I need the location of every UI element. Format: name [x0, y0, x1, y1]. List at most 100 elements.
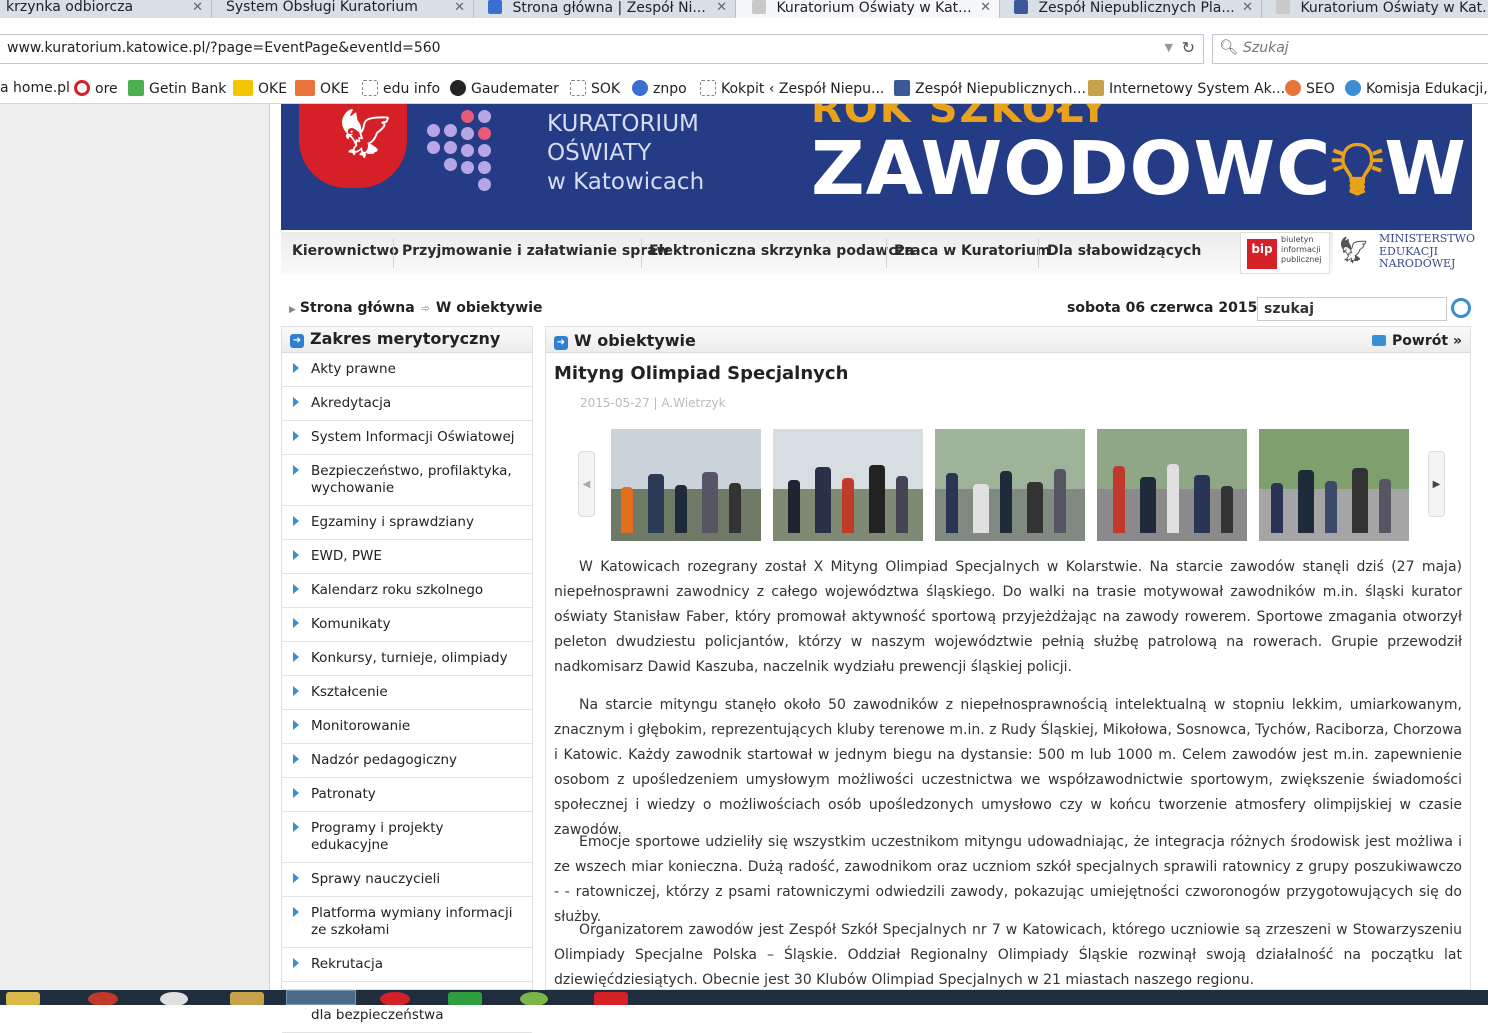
close-icon[interactable]: ✕: [192, 0, 203, 15]
url-text[interactable]: www.kuratorium.katowice.pl/?page=EventPa…: [7, 40, 441, 56]
ie-favicon-icon: [488, 0, 502, 14]
bookmark-label: Kokpit ‹ Zespół Niepu...: [721, 81, 885, 97]
site-banner[interactable]: 🦅︎ KURATORIUM OŚWIATY w Katowicach ROK S…: [281, 104, 1472, 230]
bookmark-getin-bank[interactable]: Getin Bank: [128, 80, 226, 97]
navigation-bar: www.kuratorium.katowice.pl/?page=EventPa…: [0, 30, 1488, 68]
sidebar-item[interactable]: Akredytacja: [282, 387, 532, 421]
bookmark-gaudemater[interactable]: Gaudemater: [450, 80, 559, 97]
photo-person: [1054, 469, 1066, 533]
gallery-photo[interactable]: [773, 429, 923, 541]
app-icon[interactable]: [160, 992, 188, 1005]
firefox-taskbar-button[interactable]: [286, 990, 356, 1005]
url-bar[interactable]: www.kuratorium.katowice.pl/?page=EventPa…: [0, 34, 1204, 64]
coat-of-arms-icon: 🦅︎: [299, 104, 407, 188]
facebook-icon: [894, 80, 910, 96]
gallery-next-button[interactable]: ▶: [1428, 451, 1445, 517]
site-search-input[interactable]: [1257, 297, 1447, 321]
bullet-icon: ▶: [289, 305, 296, 315]
browser-icon[interactable]: [88, 992, 118, 1005]
menu-skrzynka-podawcza[interactable]: Elektroniczna skrzynka podawcza: [649, 243, 914, 259]
bookmark-znpo[interactable]: znpo: [632, 80, 687, 97]
close-icon[interactable]: ✕: [716, 0, 727, 15]
bookmark-oke-2[interactable]: OKE: [295, 80, 349, 97]
gallery-photo[interactable]: [1259, 429, 1409, 541]
sidebar-item[interactable]: EWD, PWE: [282, 540, 532, 574]
url-dropdown-icon[interactable]: ▼: [1165, 41, 1173, 54]
site-logo-title: KURATORIUM OŚWIATY w Katowicach: [547, 110, 704, 197]
bookmark-ore[interactable]: ore: [74, 80, 118, 97]
browser-tab[interactable]: Strona główna | Zespół Ni... ✕: [474, 0, 736, 18]
bip-link[interactable]: bip biuletyn informacji publicznej: [1240, 232, 1330, 274]
gallery-photo[interactable]: [1097, 429, 1247, 541]
sidebar-item[interactable]: Konkursy, turnieje, olimpiady: [282, 642, 532, 676]
browser-search-input[interactable]: [1241, 39, 1481, 57]
sidebar-item[interactable]: Akty prawne: [282, 353, 532, 387]
menu-slabowidzacy[interactable]: Dla słabowidzących: [1047, 243, 1201, 259]
bookmark-zespol-facebook[interactable]: Zespół Niepublicznych...: [894, 80, 1086, 97]
sidebar-item[interactable]: Egzaminy i sprawdziany: [282, 506, 532, 540]
menu-praca[interactable]: Praca w Kuratorium: [894, 243, 1051, 259]
sidebar-item[interactable]: Kalendarz roku szkolnego: [282, 574, 532, 608]
sidebar-item[interactable]: Kształcenie: [282, 676, 532, 710]
ministry-link[interactable]: 🦅︎ MINISTERSTWO EDUKACJI NARODOWEJ: [1333, 232, 1475, 274]
article-paragraph: Organizatorem zawodów jest Zespół Szkół …: [554, 922, 1462, 988]
sidebar-item[interactable]: Platforma wymiany informacji ze szkołami: [282, 897, 532, 948]
browser-tab[interactable]: Kuratorium Oświaty w Kat...: [1262, 0, 1488, 18]
menu-przyjmowanie-spraw[interactable]: Przyjmowanie i załatwianie spraw: [402, 243, 670, 259]
bookmark-internetowy-system[interactable]: Internetowy System Ak...: [1088, 80, 1285, 97]
gallery-photo[interactable]: [611, 429, 761, 541]
bookmark-komisja-edukacji[interactable]: Komisja Edukacji,: [1345, 80, 1488, 97]
page-icon: [362, 80, 378, 96]
photo-person: [1379, 479, 1391, 533]
breadcrumb-home[interactable]: Strona główna: [300, 300, 415, 316]
bookmark-home-pl[interactable]: a home.pl: [0, 80, 70, 96]
bookmark-kokpit[interactable]: Kokpit ‹ Zespół Niepu...: [700, 80, 884, 97]
sidebar-item-label: System Informacji Oświatowej: [311, 429, 515, 445]
chat-icon[interactable]: [448, 992, 482, 1005]
bookmark-oke[interactable]: OKE: [233, 80, 287, 97]
sidebar-item[interactable]: System Informacji Oświatowej: [282, 421, 532, 455]
back-button[interactable]: Powrót »: [1372, 333, 1462, 349]
close-icon[interactable]: ✕: [980, 0, 991, 15]
sidebar-item[interactable]: Komunikaty: [282, 608, 532, 642]
sidebar-item[interactable]: Programy i projekty edukacyjne: [282, 812, 532, 863]
campaign-word: ZAWODOWC: [811, 126, 1332, 212]
gallery-photo[interactable]: [935, 429, 1085, 541]
close-icon[interactable]: ✕: [1242, 0, 1253, 15]
browser-tab-active[interactable]: Kuratorium Oświaty w Kat... ✕: [736, 0, 1000, 18]
gallery-prev-button[interactable]: ◀: [578, 451, 595, 517]
reload-icon[interactable]: ↻: [1182, 38, 1195, 57]
sidebar-item[interactable]: Nadzór pedagogiczny: [282, 744, 532, 778]
triangle-bullet-icon: [293, 363, 299, 373]
browser-search-box[interactable]: 🔍︎: [1212, 34, 1488, 64]
website: 🦅︎ KURATORIUM OŚWIATY w Katowicach ROK S…: [281, 104, 1475, 1033]
section-label: W obiektywie: [574, 331, 696, 350]
search-icon[interactable]: [1451, 298, 1471, 318]
photo-person: [675, 485, 687, 533]
logo-dot: [478, 161, 491, 174]
menu-kierownictwo[interactable]: Kierownictwo: [292, 243, 399, 259]
bookmark-sok[interactable]: SOK: [570, 80, 620, 97]
browser-tab[interactable]: krzynka odbiorcza ✕: [0, 0, 212, 18]
sidebar-item[interactable]: Patronaty: [282, 778, 532, 812]
page-margin: [0, 104, 270, 990]
pdf-icon[interactable]: [594, 992, 628, 1005]
explorer-icon[interactable]: [6, 992, 40, 1005]
browser-tab[interactable]: System Obsługi Kuratorium ✕: [212, 0, 474, 18]
sidebar-item[interactable]: Monitorowanie: [282, 710, 532, 744]
folder-icon[interactable]: [230, 992, 264, 1005]
browser-tab[interactable]: Zespół Niepublicznych Pla... ✕: [1000, 0, 1262, 18]
sidebar-item[interactable]: Bezpieczeństwo, profilaktyka, wychowanie: [282, 455, 532, 506]
bip-text: biuletyn informacji publicznej: [1281, 235, 1321, 265]
app-icon[interactable]: [520, 992, 548, 1005]
tab-label: krzynka odbiorcza: [6, 0, 134, 15]
opera-icon[interactable]: [380, 992, 410, 1005]
sidebar-item[interactable]: Rekrutacja: [282, 948, 532, 982]
bookmark-edu-info[interactable]: edu info: [362, 80, 440, 97]
logo-dot: [478, 178, 491, 191]
bookmark-label: a home.pl: [0, 80, 70, 96]
close-icon[interactable]: ✕: [454, 0, 465, 15]
sidebar-item[interactable]: Sprawy nauczycieli: [282, 863, 532, 897]
bookmark-seo[interactable]: SEO: [1285, 80, 1335, 97]
bookmark-label: SEO: [1306, 81, 1335, 97]
